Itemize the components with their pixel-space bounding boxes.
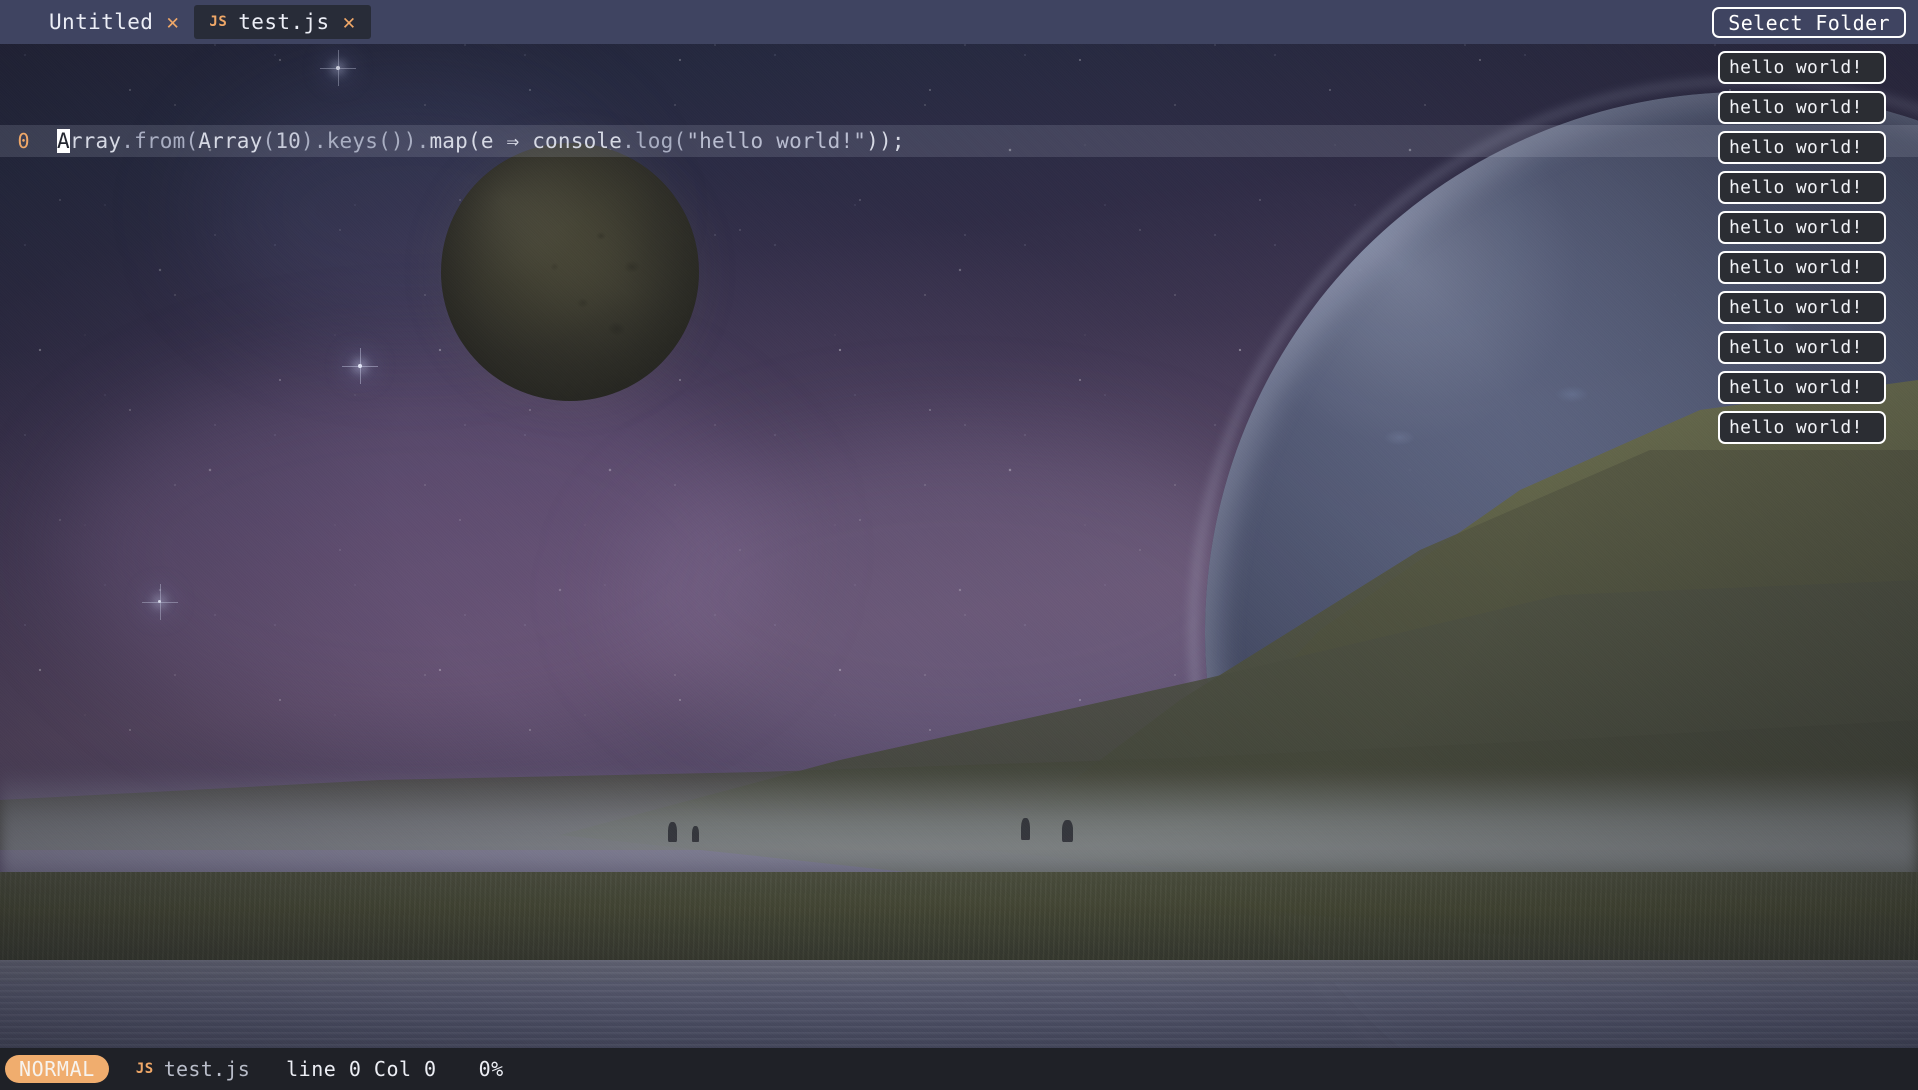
close-icon[interactable]: ✕ (164, 11, 179, 33)
code-token: keys (326, 129, 379, 153)
code-token: "hello world!" (686, 129, 867, 153)
tab-test-js[interactable]: JS test.js ✕ (194, 5, 371, 39)
notification-message: hello world! (1729, 417, 1863, 438)
notification-message: hello world! (1729, 257, 1863, 278)
notification-toast[interactable]: hello world! (1718, 131, 1886, 164)
notification-message: hello world! (1729, 377, 1863, 398)
code-token: . (121, 129, 135, 153)
code-line[interactable]: Array.from(Array(10).keys()).map(e ⇒ con… (47, 129, 905, 153)
notification-toast[interactable]: hello world! (1718, 91, 1886, 124)
select-folder-button[interactable]: Select Folder (1712, 7, 1906, 38)
code-token: ⇒ (506, 129, 520, 153)
notification-message: hello world! (1729, 137, 1863, 158)
notification-toast[interactable]: hello world! (1718, 51, 1886, 84)
code-token: map (429, 129, 468, 153)
code-token: . (622, 129, 635, 153)
notification-message: hello world! (1729, 97, 1863, 118)
code-token: ( (185, 129, 199, 153)
close-icon[interactable]: ✕ (341, 11, 356, 33)
code-editor[interactable]: 0 Array.from(Array(10).keys()).map(e ⇒ c… (0, 44, 1918, 1044)
code-token: ) (301, 129, 314, 153)
code-token: Array (198, 129, 263, 153)
tab-bar: Untitled ✕ JS test.js ✕ Select Folder (0, 0, 1918, 44)
notification-message: hello world! (1729, 217, 1863, 238)
notification-stack: hello world! hello world! hello world! hell… (1718, 51, 1886, 444)
status-filename: test.js (163, 1057, 251, 1081)
code-token: (e (468, 129, 507, 153)
code-token: rray (69, 129, 122, 153)
notification-toast[interactable]: hello world! (1718, 411, 1886, 444)
current-line-row[interactable]: 0 Array.from(Array(10).keys()).map(e ⇒ c… (0, 125, 1918, 157)
code-token: . (313, 129, 327, 153)
notification-toast[interactable]: hello world! (1718, 291, 1886, 324)
code-token: ( (673, 129, 687, 153)
notification-message: hello world! (1729, 297, 1863, 318)
status-file[interactable]: JS test.js (136, 1057, 250, 1081)
javascript-icon: JS (135, 1061, 154, 1077)
text-cursor: A (57, 129, 70, 153)
notification-toast[interactable]: hello world! (1718, 371, 1886, 404)
code-token: 10 (275, 129, 302, 153)
notification-message: hello world! (1729, 337, 1863, 358)
status-cursor-position: line 0 Col 0 (286, 1057, 437, 1081)
tab-label: Untitled (49, 10, 154, 34)
code-token: from (134, 129, 186, 153)
notification-message: hello world! (1729, 57, 1863, 78)
notification-toast[interactable]: hello world! (1718, 251, 1886, 284)
code-token: . (416, 129, 430, 153)
line-number: 0 (17, 129, 30, 153)
status-badge[interactable]: NORMAL (5, 1055, 109, 1083)
tab-label: test.js (238, 10, 330, 34)
code-token: log (634, 129, 674, 153)
javascript-icon: JS (209, 14, 228, 30)
status-scroll-percent: 0% (478, 1057, 504, 1081)
notification-toast[interactable]: hello world! (1718, 171, 1886, 204)
status-bar: NORMAL JS test.js line 0 Col 0 0% (0, 1048, 1918, 1090)
editor-window: Untitled ✕ JS test.js ✕ Select Folder 0 … (0, 0, 1918, 1090)
code-token: ()) (378, 129, 417, 153)
code-token: )); (866, 129, 905, 153)
code-token: console (519, 129, 623, 153)
notification-message: hello world! (1729, 177, 1863, 198)
code-token: ( (262, 129, 276, 153)
tab-untitled[interactable]: Untitled ✕ (34, 5, 194, 39)
notification-toast[interactable]: hello world! (1718, 331, 1886, 364)
notification-toast[interactable]: hello world! (1718, 211, 1886, 244)
